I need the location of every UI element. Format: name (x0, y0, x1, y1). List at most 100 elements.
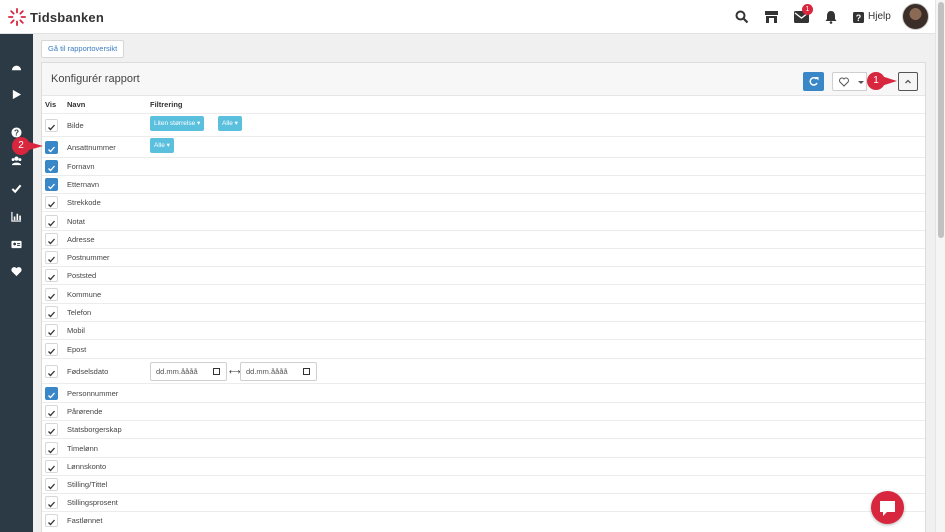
checkmark-icon (48, 465, 55, 472)
table-row: Adresse (42, 230, 925, 248)
mail-badge: 1 (802, 4, 813, 15)
chat-button[interactable] (871, 491, 904, 524)
id-card-icon[interactable] (11, 239, 22, 250)
show-checkbox[interactable] (45, 196, 58, 209)
bell-icon[interactable] (824, 10, 838, 24)
collapse-panel-button[interactable] (898, 72, 918, 91)
dashboard-icon[interactable] (11, 62, 22, 73)
show-checkbox[interactable] (45, 251, 58, 264)
table-row: Telefon (42, 303, 925, 321)
checkmark-icon (48, 274, 55, 281)
show-checkbox[interactable] (45, 460, 58, 473)
show-checkbox[interactable] (45, 442, 58, 455)
show-checkbox[interactable] (45, 496, 58, 509)
brand-name: Tidsbanken (30, 9, 105, 25)
table-row: Fornavn (42, 157, 925, 175)
table-row: Strekkode (42, 193, 925, 211)
show-checkbox[interactable] (45, 478, 58, 491)
checkmark-icon (48, 165, 55, 172)
scrollbar[interactable] (935, 0, 945, 532)
mail-button[interactable]: 1 (794, 4, 813, 24)
checkmark-icon (48, 146, 55, 153)
show-checkbox[interactable] (45, 514, 58, 527)
field-label: Mobil (67, 326, 85, 335)
show-checkbox[interactable] (45, 141, 58, 154)
field-label: Bilde (67, 121, 84, 130)
play-icon[interactable] (11, 89, 22, 100)
store-icon[interactable] (764, 10, 779, 24)
show-checkbox[interactable] (45, 269, 58, 282)
table-row: Stillingsprosent (42, 493, 925, 511)
field-label: Timelønn (67, 444, 98, 453)
refresh-button[interactable] (803, 72, 824, 91)
calendar-icon[interactable] (213, 368, 220, 375)
image-size-dropdown[interactable]: Liten størrelse ▾ (150, 116, 205, 131)
table-row: Personnummer (42, 383, 925, 402)
table-row: Kommune (42, 284, 925, 303)
checkmark-icon (48, 329, 55, 336)
table-row: Statsborgerskap (42, 420, 925, 438)
checkmark-icon (48, 370, 55, 377)
image-filter-all-dropdown[interactable]: Alle ▾ (218, 116, 242, 131)
birthdate-from-input[interactable]: dd.mm.åååå (150, 362, 227, 381)
checkmark-icon (48, 293, 55, 300)
favorite-button[interactable] (832, 72, 856, 91)
checkmark-icon (48, 124, 55, 131)
show-checkbox[interactable] (45, 233, 58, 246)
show-checkbox[interactable] (45, 119, 58, 132)
table-row: Poststed (42, 266, 925, 284)
checkmark-icon (48, 428, 55, 435)
show-checkbox[interactable] (45, 288, 58, 301)
heart-outline-icon (839, 77, 849, 87)
field-label: Personnummer (67, 389, 119, 398)
show-checkbox[interactable] (45, 405, 58, 418)
table-row: Pårørende (42, 402, 925, 420)
table-row: Ansattnummer (42, 136, 925, 157)
configure-report-panel: Konfigurér rapport Vis Navn Filtrering B… (41, 62, 926, 532)
scrollbar-thumb[interactable] (938, 2, 944, 238)
birthdate-to-input[interactable]: dd.mm.åååå (240, 362, 317, 381)
table-row: Etternavn (42, 175, 925, 193)
svg-text:?: ? (856, 13, 862, 23)
field-label: Strekkode (67, 198, 101, 207)
panel-header: Konfigurér rapport (42, 63, 925, 96)
checkmark-icon (48, 183, 55, 190)
users-icon[interactable] (11, 155, 22, 166)
chat-bubble-icon (880, 501, 895, 516)
calendar-icon[interactable] (303, 368, 310, 375)
show-checkbox[interactable] (45, 423, 58, 436)
field-label: Epost (67, 345, 87, 354)
search-icon[interactable] (735, 10, 749, 24)
heart-icon[interactable] (11, 266, 22, 277)
callout-1-number: 1 (867, 72, 885, 90)
back-to-report-overview-button[interactable]: Gå til rapportoversikt (41, 40, 125, 58)
date-range-separator: ⟷ (229, 367, 241, 376)
field-label: Postnummer (67, 253, 110, 262)
field-label: Statsborgerskap (67, 425, 122, 434)
field-label: Stillingsprosent (67, 498, 118, 507)
column-header-show: Vis (45, 100, 57, 109)
show-checkbox[interactable] (45, 306, 58, 319)
show-checkbox[interactable] (45, 178, 58, 191)
avatar[interactable] (902, 3, 929, 30)
field-label: Etternavn (67, 180, 100, 189)
checkmark-icon (48, 311, 55, 318)
show-checkbox[interactable] (45, 324, 58, 337)
employee-number-filter-dropdown[interactable]: Alle ▾ (150, 138, 174, 153)
checkmark-icon (48, 238, 55, 245)
help-link[interactable]: Hjelp (868, 11, 891, 22)
show-checkbox[interactable] (45, 387, 58, 400)
checkmark-icon (48, 483, 55, 490)
check-icon[interactable] (11, 183, 22, 194)
chevron-up-icon (905, 79, 911, 84)
show-checkbox[interactable] (45, 365, 58, 378)
show-checkbox[interactable] (45, 215, 58, 228)
show-checkbox[interactable] (45, 160, 58, 173)
help-icon[interactable]: ? (853, 12, 864, 23)
logo[interactable]: Tidsbanken (8, 8, 104, 26)
show-checkbox[interactable] (45, 343, 58, 356)
table-row: Notat (42, 211, 925, 230)
checkmark-icon (48, 501, 55, 508)
chart-icon[interactable] (11, 211, 22, 222)
table-row: Fastlønnet (42, 511, 925, 529)
